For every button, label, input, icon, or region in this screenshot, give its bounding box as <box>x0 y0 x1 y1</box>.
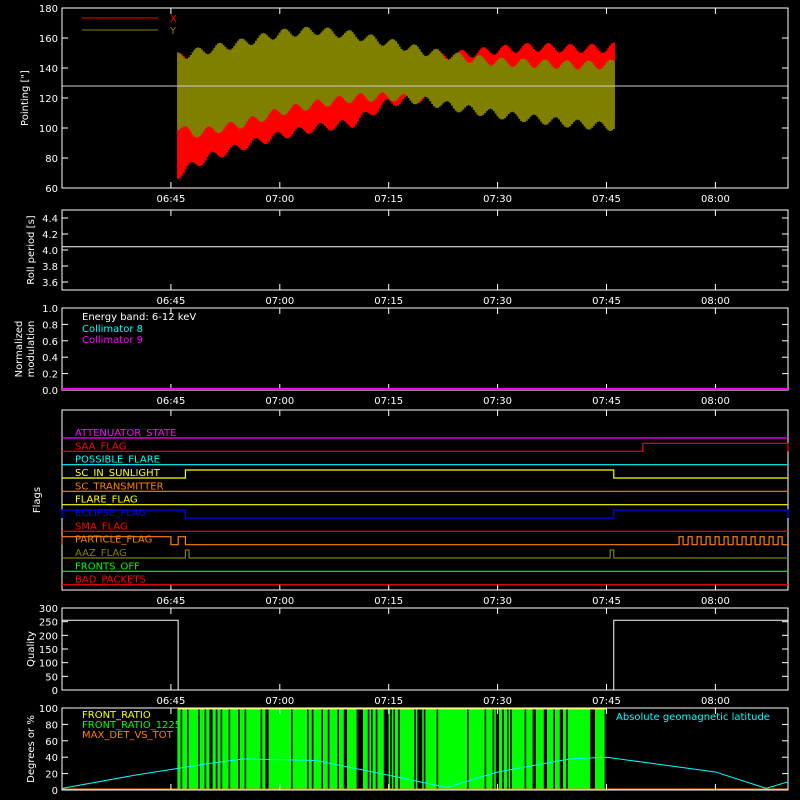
quality-xtick-label: 07:15 <box>374 696 403 707</box>
geomagnetic-ytick-label: 20 <box>45 770 58 781</box>
modulation-ytick-label: 0.2 <box>42 370 58 381</box>
flag-label-possible-flare: POSSIBLE_FLARE <box>75 455 160 466</box>
modulation-legend-9: Collimator 9 <box>82 335 143 346</box>
roll_period-ytick-label: 3.6 <box>42 278 58 289</box>
roll_period-xtick-label: 07:15 <box>374 296 403 307</box>
flag-label-saa-flag: SAA_FLAG <box>75 441 126 452</box>
modulation-ytick-label: 0.4 <box>42 353 58 364</box>
pointing-xtick-label: 07:45 <box>592 194 621 205</box>
modulation-ytick-label: 0.6 <box>42 337 58 348</box>
flag-line-saa-flag <box>62 442 789 452</box>
roll_period-xtick-label: 06:45 <box>156 296 185 307</box>
modulation-annotation: Energy band: 6-12 keV <box>82 312 196 323</box>
flag-label-eclipse-flag: ECLIPSE_FLAG <box>75 508 146 519</box>
flag-label-fronts-off: FRONTS_OFF <box>75 561 140 572</box>
quality-xtick-label: 07:00 <box>265 696 294 707</box>
quality-xtick-label: 06:45 <box>156 696 185 707</box>
modulation-ylabel-line2: modulation <box>26 321 37 378</box>
roll_period-xtick-label: 08:00 <box>701 296 730 307</box>
flag-line-aaz-flag <box>62 549 788 559</box>
pointing-xtick-label: 07:30 <box>483 194 512 205</box>
roll-period-ylabel: Roll period [s] <box>26 215 37 284</box>
flags-xtick-label: 07:30 <box>483 596 512 607</box>
quality-ytick-label: 250 <box>39 618 58 629</box>
pointing-ytick-label: 140 <box>39 64 58 75</box>
roll_period-ytick-label: 3.8 <box>42 262 58 273</box>
quality-ytick-label: 300 <box>39 604 58 615</box>
flag-label-particle-flag: PARTICLE_FLAG <box>75 535 152 546</box>
roll_period-ytick-label: 4.4 <box>42 214 58 225</box>
geomagnetic-ytick-label: 80 <box>45 720 58 731</box>
pointing-ytick-label: 60 <box>45 184 58 195</box>
pointing-ylabel: Pointing ["] <box>20 70 31 126</box>
legend-label-y: Y <box>169 26 177 37</box>
pointing-ytick-label: 80 <box>45 154 58 165</box>
pointing-ytick-label: 120 <box>39 94 58 105</box>
pointing-ytick-label: 100 <box>39 124 58 135</box>
front-ratio-1225-bars <box>177 708 605 790</box>
modulation-xtick-label: 07:30 <box>483 396 512 407</box>
flag-line-eclipse-flag <box>61 509 789 519</box>
flags-ylabel: Flags <box>32 487 43 513</box>
quality-ytick-label: 0 <box>52 686 58 697</box>
flag-label-bad-packets: BAD_PACKETS <box>75 575 146 586</box>
flag-label-aaz-flag: AAZ_FLAG <box>75 548 127 559</box>
quality-ytick-label: 50 <box>45 672 58 683</box>
flag-line-particle-flag <box>61 536 788 546</box>
flags-xtick-label: 07:00 <box>265 596 294 607</box>
flag-line-sc-in-sunlight <box>62 469 788 479</box>
quality-xtick-label: 07:30 <box>483 696 512 707</box>
quality-line <box>62 619 788 691</box>
flag-label-sc-in-sunlight: SC_IN_SUNLIGHT <box>75 468 161 479</box>
roll_period-xtick-label: 07:30 <box>483 296 512 307</box>
flags-xtick-label: 07:45 <box>592 596 621 607</box>
pointing-ytick-label: 160 <box>39 34 58 45</box>
geomagnetic-right-label: Absolute geomagnetic latitude <box>616 712 770 723</box>
geomagnetic-ytick-label: 60 <box>45 737 58 748</box>
quality-xtick-label: 07:45 <box>592 696 621 707</box>
modulation-xtick-label: 07:15 <box>374 396 403 407</box>
geomagnetic-legend-2: MAX_DET_VS_TOT <box>82 730 174 741</box>
quality-xtick-label: 08:00 <box>701 696 730 707</box>
modulation-ytick-label: 0.8 <box>42 320 58 331</box>
pointing-xtick-label: 07:15 <box>374 194 403 205</box>
modulation-ytick-label: 0.0 <box>42 386 58 397</box>
flags-xtick-label: 06:45 <box>156 596 185 607</box>
geomagnetic-ytick-label: 0 <box>52 786 58 797</box>
quality-ytick-label: 200 <box>39 631 58 642</box>
flag-label-sma-flag: SMA_FLAG <box>75 521 128 532</box>
roll_period-ytick-label: 4.0 <box>42 246 58 257</box>
roll_period-ytick-label: 4.2 <box>42 230 58 241</box>
quality-ytick-label: 100 <box>39 659 58 670</box>
modulation-xtick-label: 08:00 <box>701 396 730 407</box>
modulation-xtick-label: 06:45 <box>156 396 185 407</box>
geomagnetic-ylabel: Degrees or % <box>26 715 37 783</box>
flags-xtick-label: 08:00 <box>701 596 730 607</box>
pointing-xtick-label: 06:45 <box>156 194 185 205</box>
flag-label-flare-flag: FLARE_FLAG <box>75 495 138 506</box>
multi-panel-chart: 06:45 07:00 07:15 07:30 07:45 08:00 60 80 100 120… <box>14 4 789 797</box>
modulation-legend-8: Collimator 8 <box>82 324 143 335</box>
pointing-xtick-label: 08:00 <box>701 194 730 205</box>
flags-xtick-label: 07:15 <box>374 596 403 607</box>
modulation-xtick-label: 07:45 <box>592 396 621 407</box>
modulation-xtick-label: 07:00 <box>265 396 294 407</box>
flag-label-attenuator-state: ATTENUATOR_STATE <box>75 428 176 439</box>
geomagnetic-ytick-label: 40 <box>45 753 58 764</box>
roll_period-xtick-label: 07:00 <box>265 296 294 307</box>
pointing-xtick-label: 07:00 <box>265 194 294 205</box>
geomagnetic-latitude-line <box>61 756 789 789</box>
pointing-ytick-label: 180 <box>39 4 58 15</box>
geomagnetic-ytick-label: 100 <box>39 704 58 715</box>
legend-label-x: X <box>170 14 177 25</box>
quality-ylabel: Quality <box>26 631 37 667</box>
quality-ytick-label: 150 <box>39 645 58 656</box>
modulation-ytick-label: 1.0 <box>42 304 58 315</box>
flag-label-sc-transmitter: SC_TRANSMITTER <box>75 481 164 492</box>
modulation-ylabel-line1: Normalized <box>14 321 25 378</box>
roll_period-frame <box>61 209 789 291</box>
roll_period-xtick-label: 07:45 <box>592 296 621 307</box>
